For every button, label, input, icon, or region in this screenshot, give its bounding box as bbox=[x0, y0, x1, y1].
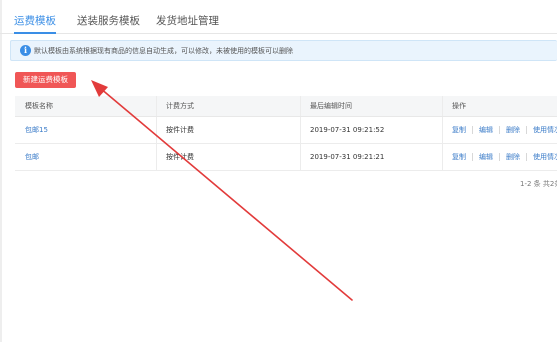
edit-link[interactable]: 编辑 bbox=[479, 125, 493, 135]
column-divider bbox=[156, 144, 157, 170]
column-divider bbox=[442, 144, 443, 170]
action-divider bbox=[472, 153, 473, 161]
delete-link[interactable]: 删除 bbox=[506, 152, 520, 162]
tab-delivery-install-templates[interactable]: 送装服务模板 bbox=[77, 14, 140, 28]
last-edited-time: 2019-07-31 09:21:52 bbox=[310, 126, 385, 134]
pagination-summary: 1-2 条 共2条 bbox=[520, 180, 557, 188]
page-left-border bbox=[0, 0, 2, 342]
action-divider bbox=[526, 153, 527, 161]
column-divider bbox=[300, 96, 301, 116]
action-divider bbox=[472, 126, 473, 134]
header-template-name: 模板名称 bbox=[25, 102, 53, 110]
column-divider bbox=[442, 96, 443, 116]
copy-link[interactable]: 复制 bbox=[452, 152, 466, 162]
column-divider bbox=[156, 117, 157, 143]
last-edited-time: 2019-07-31 09:21:21 bbox=[310, 153, 385, 161]
action-divider bbox=[499, 126, 500, 134]
tab-shipping-address[interactable]: 发货地址管理 bbox=[156, 14, 219, 28]
row-actions: 复制 编辑 删除 使用情况 bbox=[452, 117, 557, 143]
delete-link[interactable]: 删除 bbox=[506, 125, 520, 135]
annotation-arrow-head bbox=[91, 80, 108, 97]
tab-shipping-templates[interactable]: 运费模板 bbox=[14, 14, 56, 28]
info-notice: i 默认模板由系统根据现有商品的信息自动生成，可以修改，未被使用的模板可以删除 bbox=[10, 40, 557, 61]
active-tab-indicator bbox=[14, 32, 56, 34]
table-header: 模板名称 计费方式 最后编辑时间 操作 bbox=[15, 96, 557, 117]
column-divider bbox=[300, 117, 301, 143]
row-actions: 复制 编辑 删除 使用情况 bbox=[452, 144, 557, 170]
column-divider bbox=[156, 96, 157, 116]
header-actions: 操作 bbox=[452, 102, 466, 110]
header-last-edited: 最后编辑时间 bbox=[310, 102, 352, 110]
new-shipping-template-button[interactable]: 新建运费模板 bbox=[15, 72, 76, 88]
edit-link[interactable]: 编辑 bbox=[479, 152, 493, 162]
template-name-link[interactable]: 包邮15 bbox=[25, 117, 48, 143]
header-billing-method: 计费方式 bbox=[166, 102, 194, 110]
action-divider bbox=[526, 126, 527, 134]
action-divider bbox=[499, 153, 500, 161]
billing-method: 按件计费 bbox=[166, 153, 194, 161]
table-row: 包邮 按件计费 2019-07-31 09:21:21 复制 编辑 删除 使用情… bbox=[15, 144, 557, 171]
table-row: 包邮15 按件计费 2019-07-31 09:21:52 复制 编辑 删除 使… bbox=[15, 117, 557, 144]
notice-text: 默认模板由系统根据现有商品的信息自动生成，可以修改，未被使用的模板可以删除 bbox=[34, 47, 293, 55]
template-name-link[interactable]: 包邮 bbox=[25, 144, 39, 170]
column-divider bbox=[300, 144, 301, 170]
billing-method: 按件计费 bbox=[166, 126, 194, 134]
usage-link[interactable]: 使用情况 bbox=[533, 125, 557, 135]
copy-link[interactable]: 复制 bbox=[452, 125, 466, 135]
template-table: 模板名称 计费方式 最后编辑时间 操作 包邮15 按件计费 2019-07-31… bbox=[15, 96, 557, 171]
usage-link[interactable]: 使用情况 bbox=[533, 152, 557, 162]
column-divider bbox=[442, 117, 443, 143]
tab-bar: 运费模板 送装服务模板 发货地址管理 bbox=[0, 0, 557, 34]
info-icon: i bbox=[20, 45, 31, 56]
